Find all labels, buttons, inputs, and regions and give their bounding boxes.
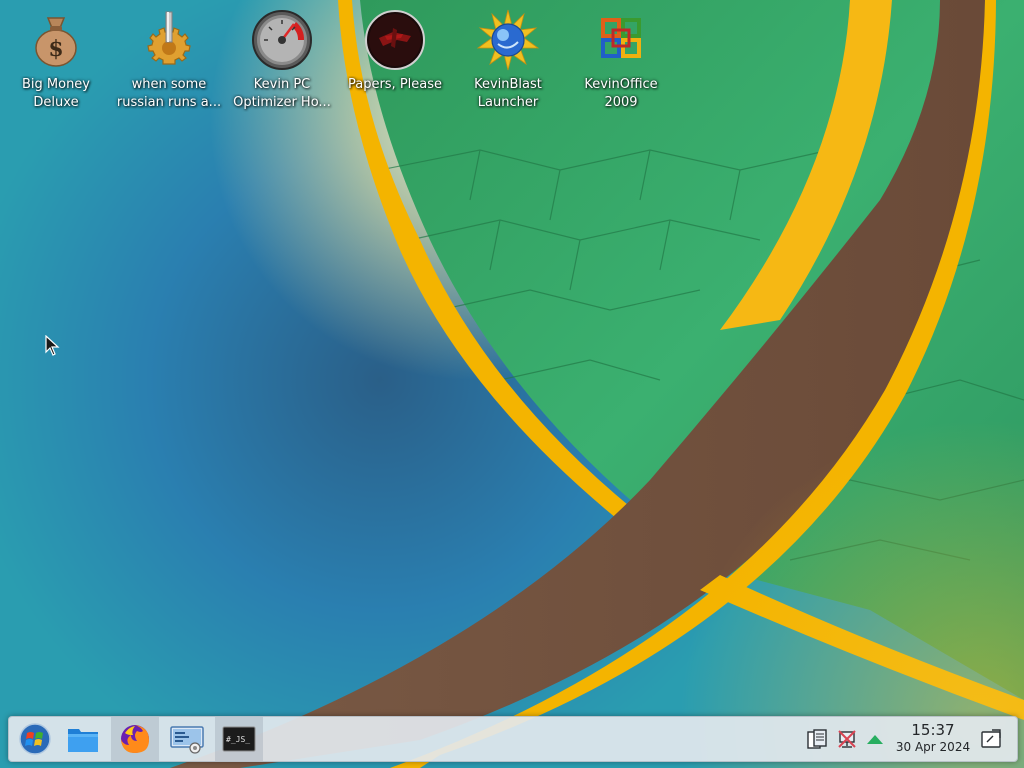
desktop-icon-label: russian runs a... <box>116 95 222 110</box>
blast-launcher-icon <box>476 9 540 71</box>
desktop-icon-label: Big Money <box>21 77 90 92</box>
firefox-launcher[interactable] <box>111 717 159 761</box>
desktop-icon-kevin-pc-optimizer[interactable]: Kevin PC Optimizer Ho... <box>226 6 338 112</box>
clock-time: 15:37 <box>911 721 955 739</box>
desktop-icon-papers-please[interactable]: Papers, Please <box>339 6 451 94</box>
terminal-icon: #_JS_ <box>222 726 256 752</box>
office-icon <box>601 18 641 58</box>
desktop-icon-label: KevinOffice <box>584 77 658 92</box>
desktop-icon-label: 2009 <box>604 95 638 110</box>
papers-please-icon <box>365 10 425 70</box>
money-bag-icon: $ <box>35 17 77 67</box>
digital-clock[interactable]: 15:37 30 Apr 2024 <box>889 721 977 757</box>
show-desktop-button[interactable] <box>979 727 1003 751</box>
desktop-icon-label: KevinBlast <box>474 77 542 92</box>
desktop[interactable]: $ Big Money Deluxe when some russian run… <box>0 0 1024 768</box>
taskbar: #_JS_ 15:37 30 Apr 2024 <box>8 716 1018 762</box>
system-settings-launcher[interactable] <box>163 717 211 761</box>
system-settings-icon <box>170 726 204 754</box>
show-desktop-icon <box>981 729 1001 748</box>
wallpaper <box>0 0 1024 768</box>
file-manager-launcher[interactable] <box>59 717 107 761</box>
network-tray-button[interactable] <box>835 727 859 751</box>
desktop-icon-label: Deluxe <box>33 95 79 110</box>
clock-date: 30 Apr 2024 <box>895 740 971 754</box>
gear-icon <box>147 11 191 65</box>
desktop-icon-when-some-russian[interactable]: when some russian runs a... <box>113 6 225 112</box>
desktop-icon-big-money-deluxe[interactable]: $ Big Money Deluxe <box>0 6 112 112</box>
desktop-icon-label: Optimizer Ho... <box>233 95 331 110</box>
mouse-cursor-icon <box>45 335 60 356</box>
svg-text:$: $ <box>48 36 63 62</box>
file-manager-icon <box>68 729 98 752</box>
clipboard-icon <box>807 729 827 749</box>
desktop-icon-label: Papers, Please <box>347 77 443 92</box>
clipboard-tray-button[interactable] <box>805 727 829 751</box>
speedometer-icon <box>252 10 312 70</box>
terminal-launcher[interactable]: #_JS_ <box>215 717 263 761</box>
start-menu-button[interactable] <box>11 717 59 761</box>
desktop-icon-label: Kevin PC <box>253 77 311 92</box>
desktop-icon-kevinoffice-2009[interactable]: KevinOffice 2009 <box>565 6 677 112</box>
network-disconnected-icon <box>838 730 856 748</box>
desktop-icon-label: Launcher <box>477 95 539 110</box>
show-hidden-icons-icon <box>867 735 883 744</box>
desktop-icon-label: when some <box>131 77 207 92</box>
show-hidden-icons-button[interactable] <box>863 727 887 751</box>
terminal-glyph: #_JS_ <box>226 735 250 744</box>
start-menu-icon <box>19 723 51 755</box>
firefox-icon <box>121 725 149 753</box>
desktop-icon-kevinblast-launcher[interactable]: KevinBlast Launcher <box>452 6 564 112</box>
